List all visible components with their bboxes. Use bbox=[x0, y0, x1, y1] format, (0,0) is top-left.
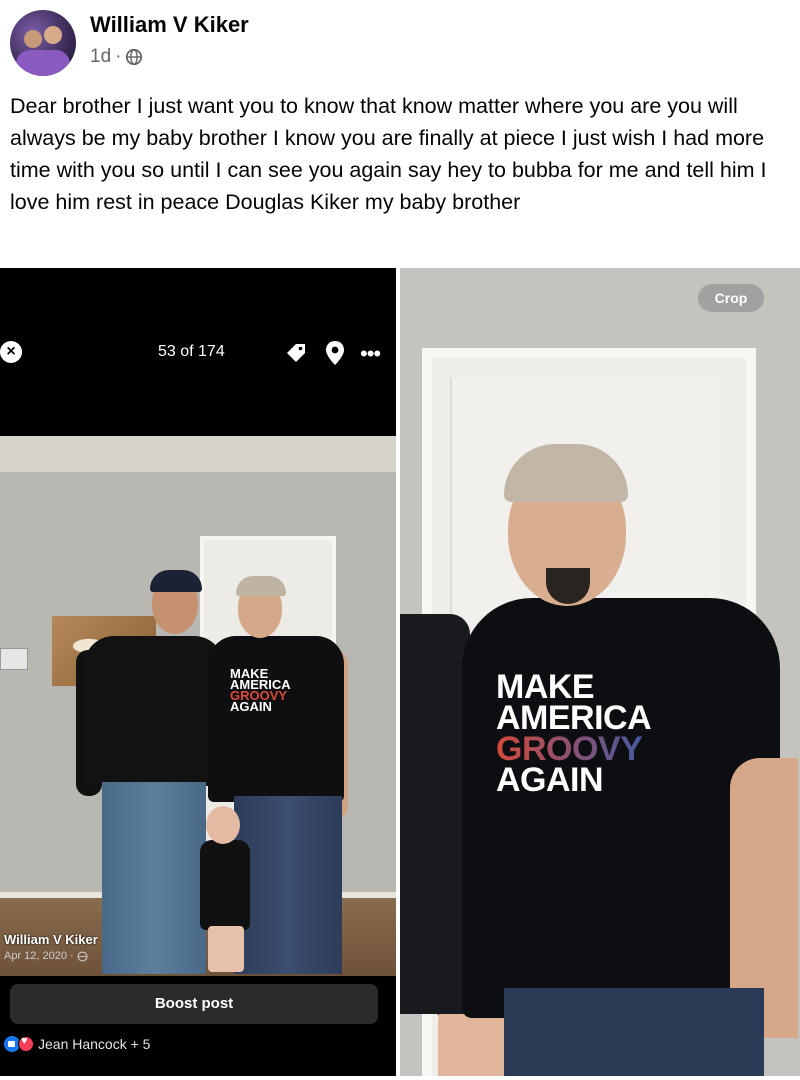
location-pin-icon[interactable] bbox=[324, 340, 346, 366]
photo-caption-author[interactable]: William V Kiker bbox=[4, 932, 98, 947]
person-left-arm bbox=[400, 614, 470, 1014]
author-name[interactable]: William V Kiker bbox=[90, 12, 249, 38]
tag-icon[interactable] bbox=[284, 341, 308, 365]
crop-button[interactable]: Crop bbox=[698, 284, 764, 312]
author-avatar[interactable] bbox=[10, 10, 76, 76]
thermostat bbox=[0, 648, 28, 670]
post-meta: 1d · bbox=[90, 46, 143, 68]
more-icon[interactable]: ••• bbox=[360, 343, 381, 365]
globe-icon bbox=[77, 951, 88, 961]
globe-icon[interactable] bbox=[125, 48, 143, 66]
meta-separator: · bbox=[115, 46, 122, 67]
love-icon bbox=[18, 1035, 34, 1052]
left-photo[interactable]: MAKE AMERICA GROOVY AGAIN bbox=[0, 436, 396, 976]
close-icon[interactable]: × bbox=[0, 341, 22, 363]
post-text: Dear brother I just want you to know tha… bbox=[10, 94, 767, 214]
person-left bbox=[84, 636, 224, 786]
shirt-slogan-small: MAKE AMERICA GROOVY AGAIN bbox=[230, 666, 291, 714]
person-right bbox=[208, 636, 344, 802]
right-photo[interactable]: Crop MAKE AMERICA GROOVY AGAIN bbox=[400, 268, 800, 1076]
photo-counter: 53 of 174 bbox=[158, 343, 225, 360]
post-header: William V Kiker 1d · bbox=[0, 0, 800, 86]
shirt-slogan: MAKE AMERICA GROOVY AGAIN bbox=[496, 668, 652, 799]
photo-caption-date: Apr 12, 2020 · bbox=[4, 950, 88, 962]
embedded-screenshot-photo-viewer[interactable]: × 53 of 174 ••• MAKE AMERICA GROOVY AGAI… bbox=[0, 268, 396, 1076]
reactions-summary[interactable]: Jean Hancock + 5 bbox=[4, 1035, 151, 1052]
reactions-text: Jean Hancock + 5 bbox=[38, 1036, 151, 1052]
child bbox=[200, 840, 250, 930]
boost-post-button[interactable]: Boost post bbox=[10, 984, 378, 1024]
post-time[interactable]: 1d bbox=[90, 46, 111, 68]
